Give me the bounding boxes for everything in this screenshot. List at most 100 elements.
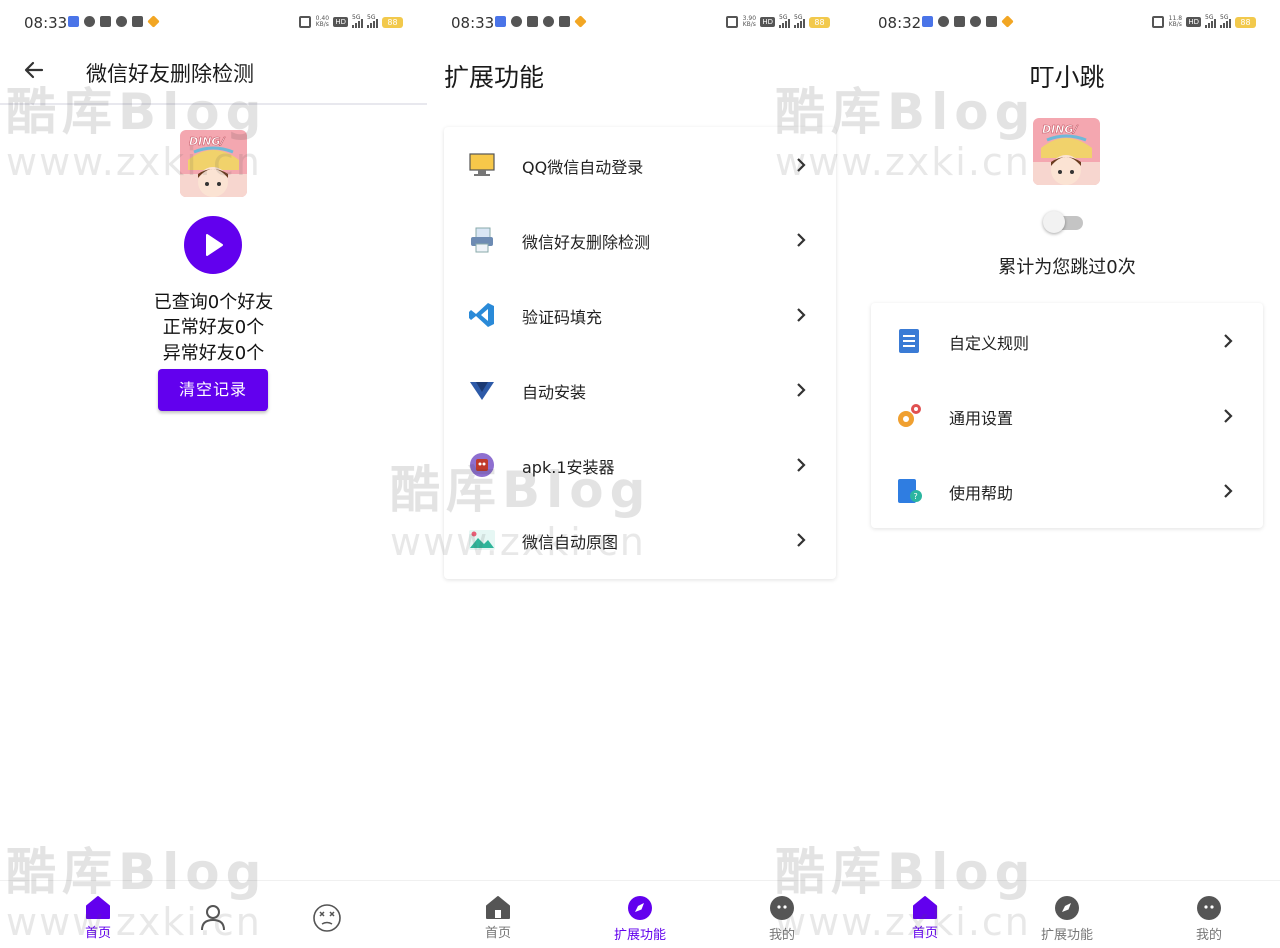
top-app-bar: 叮小跳 [854, 50, 1280, 100]
signal-5g-icon: 5G [779, 14, 790, 28]
list-item-help[interactable]: ? 使用帮助 [871, 453, 1263, 528]
page-title: 微信好友删除检测 [86, 62, 254, 86]
stat-normal: 正常好友0个 [162, 317, 265, 338]
compass-icon [1055, 896, 1079, 920]
chevron-right-icon [1224, 484, 1233, 498]
screen-extensions: 08:33 3.90 KB/s HD 5G 5G 88 扩展功能 QQ微信自动登… [427, 0, 854, 948]
hd-icon: HD [333, 17, 348, 27]
home-icon [913, 896, 937, 919]
back-arrow-icon[interactable] [22, 58, 46, 82]
chevron-right-icon [797, 458, 806, 472]
compass-icon [628, 896, 652, 920]
nav-mine[interactable]: 我的 [732, 891, 832, 948]
notification-icons [495, 15, 587, 28]
mail-notification-icon [132, 16, 143, 27]
chevron-right-icon [797, 233, 806, 247]
list-item-label: 自定义规则 [949, 334, 1030, 353]
clear-records-button[interactable]: 清空记录 [158, 369, 268, 411]
play-icon [206, 234, 223, 256]
archive-notification-icon [954, 16, 965, 27]
chevron-right-icon [797, 308, 806, 322]
top-app-bar: 扩展功能 [427, 50, 854, 100]
list-item-auto-install[interactable]: 自动安装 [444, 352, 836, 427]
vibrate-icon [299, 16, 312, 28]
list-item-general-settings[interactable]: 通用设置 [871, 378, 1263, 453]
notification-icons [68, 15, 160, 28]
settings-list: 自定义规则 通用设置 ? 使用帮助 [871, 303, 1263, 528]
nav-home-label: 首页 [911, 926, 938, 941]
chevron-right-icon [797, 533, 806, 547]
signal-5g-icon-2: 5G [794, 14, 805, 28]
bottom-nav: 首页 [0, 880, 427, 948]
heart-notification-icon [1001, 15, 1014, 28]
nav-mine-label: 我的 [768, 928, 795, 943]
status-bar: 08:32 11.8 KB/s HD 5G 5G 88 [854, 0, 1280, 46]
package-icon [470, 453, 494, 477]
svg-text:DING/: DING/ [1042, 123, 1078, 136]
message-notification-icon [116, 16, 127, 27]
list-item-label: 验证码填充 [522, 308, 603, 327]
home-icon [86, 896, 110, 919]
status-time: 08:32 [878, 14, 922, 32]
nav-profile[interactable] [163, 899, 263, 948]
toggle-thumb [1043, 211, 1065, 233]
archive-notification-icon [100, 16, 111, 27]
nav-mine-label: 我的 [1195, 928, 1222, 943]
status-bar: 08:33 3.90 KB/s HD 5G 5G 88 [427, 0, 854, 46]
nav-home[interactable]: 首页 [875, 891, 975, 948]
start-detection-button[interactable] [184, 216, 242, 274]
nav-extensions-label: 扩展功能 [613, 928, 666, 943]
document-icon [899, 329, 919, 353]
hd-icon: HD [1186, 17, 1201, 27]
nav-extensions-label: 扩展功能 [1040, 928, 1093, 943]
list-item-friend-detection[interactable]: 微信好友删除检测 [444, 202, 836, 277]
list-item-label: 自动安装 [522, 383, 587, 402]
chevron-right-icon [1224, 409, 1233, 423]
list-item-captcha-fill[interactable]: 验证码填充 [444, 277, 836, 352]
app-notification-icon [68, 16, 79, 27]
list-item-qq-wechat-login[interactable]: QQ微信自动登录 [444, 127, 836, 202]
list-item-custom-rules[interactable]: 自定义规则 [871, 303, 1263, 378]
archive-notification-icon [527, 16, 538, 27]
signal-5g-icon-2: 5G [367, 14, 378, 28]
person-icon [201, 905, 225, 931]
screen-home: 08:32 11.8 KB/s HD 5G 5G 88 叮小跳 DING/ 累计… [854, 0, 1280, 948]
page-title: 叮小跳 [1029, 63, 1105, 92]
mail-notification-icon [559, 16, 570, 27]
svg-text:DING/: DING/ [189, 135, 225, 148]
net-speed: 3.90 KB/s [742, 15, 757, 28]
app-notification-icon [495, 16, 506, 27]
list-item-wechat-original-image[interactable]: 微信自动原图 [444, 502, 836, 577]
screen-friend-detection: 08:33 0.40 KB/s HD 5G 5G 88 微信好友删除检测 DIN… [0, 0, 427, 948]
monitor-icon [469, 153, 495, 176]
face-icon [770, 896, 794, 920]
nav-extensions[interactable]: 扩展功能 [590, 891, 690, 948]
install-icon [470, 382, 494, 400]
image-icon [469, 530, 495, 550]
nav-extensions[interactable]: 扩展功能 [1017, 891, 1117, 948]
stat-abnormal: 异常好友0个 [162, 343, 265, 364]
system-icons: 0.40 KB/s HD 5G 5G 88 [299, 14, 403, 28]
list-item-label: 微信好友删除检测 [522, 233, 651, 252]
bottom-nav: 首页 扩展功能 我的 [427, 880, 854, 948]
nav-face[interactable] [277, 899, 377, 948]
app-avatar: DING/ [1033, 118, 1100, 185]
nav-home[interactable]: 首页 [48, 891, 148, 948]
chevron-right-icon [797, 383, 806, 397]
nav-home[interactable]: 首页 [448, 891, 548, 948]
code-icon [469, 303, 494, 327]
gears-icon [898, 404, 921, 427]
net-speed: 0.40 KB/s [315, 15, 330, 28]
app-notification-icon [922, 16, 933, 27]
bottom-nav: 首页 扩展功能 我的 [854, 880, 1280, 948]
battery-icon: 88 [809, 16, 830, 28]
face-icon [1197, 896, 1221, 920]
top-app-bar: 微信好友删除检测 [0, 50, 427, 100]
chevron-right-icon [1224, 334, 1233, 348]
list-item-apk-installer[interactable]: apk.1安装器 [444, 427, 836, 502]
skip-count-text: 累计为您跳过0次 [998, 257, 1136, 278]
signal-5g-icon: 5G [1205, 14, 1216, 28]
service-toggle[interactable] [1043, 211, 1085, 235]
nav-mine[interactable]: 我的 [1159, 891, 1259, 948]
vibrate-icon [1152, 16, 1165, 28]
